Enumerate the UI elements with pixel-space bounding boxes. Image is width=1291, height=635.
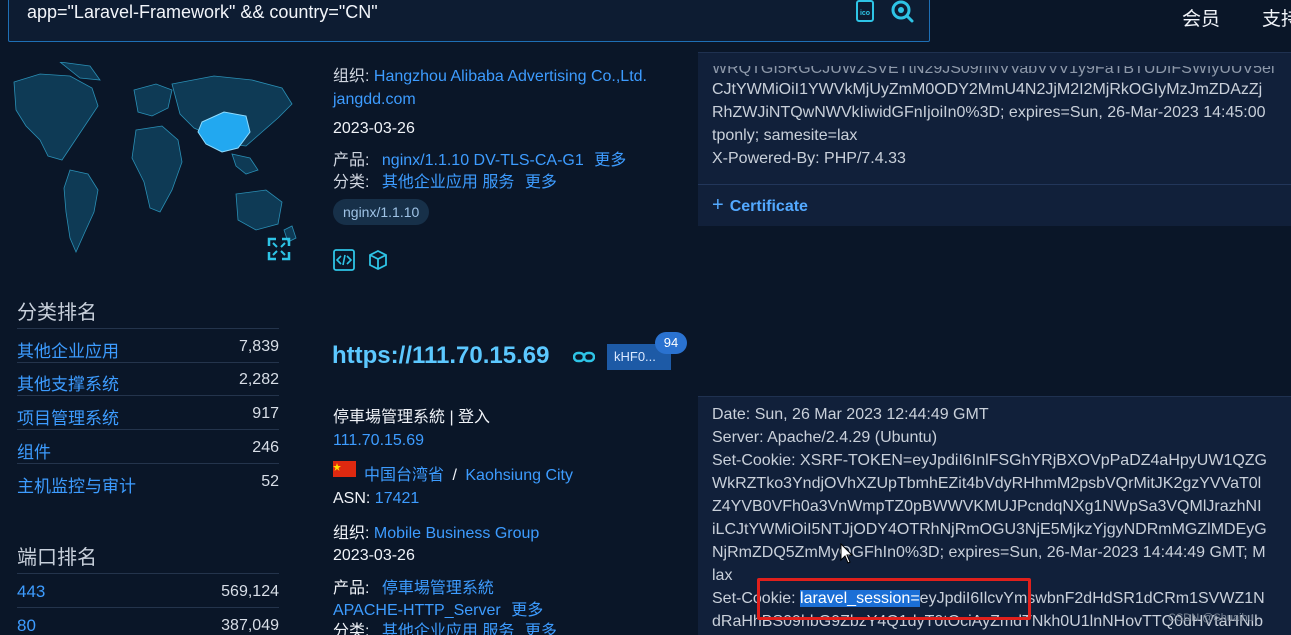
org-link[interactable]: Mobile Business Group (374, 525, 539, 542)
result2-date: 2023-03-26 (333, 547, 415, 564)
mouse-cursor-icon (840, 543, 854, 564)
certificate-label: Certificate (729, 198, 808, 215)
result1-tag[interactable]: nginx/1.1.10 (333, 199, 430, 225)
result2-org: 组织: Mobile Business Group (333, 519, 539, 543)
nav-member[interactable]: 会员 (1182, 4, 1220, 31)
svg-text:ico: ico (860, 10, 870, 17)
divider (17, 463, 279, 464)
category-item-3[interactable]: 组件 (17, 438, 51, 463)
category-count-4: 52 (261, 473, 279, 490)
response-line: Z4YVB0VFh0a3VnWmpTZ0pBWWVKMUJPcndqNXg1NW… (712, 498, 1262, 515)
response-line: NjRmZDQ5ZmMyOGFhIn0%3D; expires=Sun, 26-… (712, 544, 1266, 561)
badge-count: 94 (655, 332, 687, 354)
port-count-1: 387,049 (221, 617, 279, 634)
result1-date: 2023-03-26 (333, 120, 415, 137)
certificate-toggle[interactable]: + Certificate (712, 194, 808, 217)
city-link[interactable]: Kaohsiung City (465, 467, 573, 484)
response-line: tponly; samesite=lax (712, 127, 858, 144)
divider (17, 362, 279, 363)
result2-location: 中国台湾省 / Kaohsiung City (364, 461, 573, 485)
response-line: Date: Sun, 26 Mar 2023 12:44:49 GMT (712, 406, 989, 423)
port-count-0: 569,124 (221, 583, 279, 600)
search-box[interactable]: app="Laravel-Framework" && country="CN" … (8, 0, 930, 42)
divider (17, 429, 279, 430)
result1-domain[interactable]: jangdd.com (333, 91, 416, 109)
response-line: CJtYWMiOiI1YWVkMjUyZmM0ODY2MmU4N2JjM2I2M… (712, 81, 1263, 98)
response-line: Server: Apache/2.4.29 (Ubuntu) (712, 429, 938, 446)
expand-icon[interactable] (266, 236, 292, 262)
product-link[interactable]: 停車場管理系統 (382, 580, 494, 597)
category-link[interactable]: 其他企业应用 服务 (382, 623, 514, 635)
org-label: 组织: (333, 525, 370, 542)
response-line: RhZWJiNTQwNWVkIiwidGFnIjoiIn0%3D; expire… (712, 104, 1266, 121)
nav-support[interactable]: 支持 (1262, 4, 1291, 31)
category-count-3: 246 (252, 439, 279, 456)
watermark: CSDN @Shuaihu (1168, 612, 1254, 624)
icon-search-icon[interactable]: ico (854, 0, 878, 23)
result2-title: 停車場管理系統 | 登入 (333, 409, 491, 426)
result2-asn: ASN: 17421 (333, 490, 419, 508)
more-link[interactable]: 更多 (594, 152, 626, 169)
category-item-2[interactable]: 项目管理系统 (17, 404, 119, 429)
result1-category: 分类: 其他企业应用 服务 更多 (333, 168, 557, 192)
divider (17, 328, 279, 329)
product-label: 产品: (333, 152, 370, 169)
search-icon[interactable] (889, 0, 915, 24)
response-line: X-Powered-By: PHP/7.4.33 (712, 150, 906, 167)
highlight-annotation-box (757, 578, 1031, 620)
asn-label: ASN: (333, 490, 371, 507)
flag-icon (333, 461, 356, 477)
category-count-2: 917 (252, 405, 279, 422)
port-ranking-title: 端口排名 (17, 547, 97, 569)
search-input[interactable]: app="Laravel-Framework" && country="CN" (27, 2, 378, 23)
divider (698, 184, 1291, 185)
link-icon[interactable] (573, 349, 595, 365)
category-count-1: 2,282 (238, 371, 279, 388)
category-link[interactable]: 其他企业应用 服务 (382, 174, 514, 191)
location-separator: / (452, 467, 457, 484)
category-item-1[interactable]: 其他支撑系统 (17, 370, 119, 395)
product-label: 产品: (333, 580, 370, 597)
category-item-0[interactable]: 其他企业应用 (17, 337, 119, 362)
category-label: 分类: (333, 174, 370, 191)
result2-ip[interactable]: 111.70.15.69 (333, 432, 424, 450)
category-label: 分类: (333, 623, 370, 635)
result2-host-link[interactable]: https://111.70.15.69 (332, 342, 549, 370)
response-line: iLCJtYWMiOiI5NTJjODY4OTRhNjRmOGU3NjE5Mjk… (712, 521, 1267, 538)
category-item-4[interactable]: 主机监控与审计 (17, 472, 136, 497)
world-map (13, 62, 297, 253)
response-line: WkRZTko3YndjOVhXZUpTbmhEZit4bVdyRHhmM2ps… (712, 475, 1262, 492)
divider (17, 607, 279, 608)
category-count-0: 7,839 (238, 338, 279, 355)
result1-product: 产品: nginx/1.1.10 DV-TLS-CA-G1 更多 (333, 146, 626, 170)
divider (17, 395, 279, 396)
asn-link[interactable]: 17421 (375, 490, 420, 507)
code-icon[interactable] (333, 249, 355, 271)
product-link[interactable]: nginx/1.1.10 DV-TLS-CA-G1 (382, 152, 584, 169)
category-ranking-title: 分类排名 (17, 302, 97, 324)
plus-icon: + (712, 194, 724, 216)
more-link[interactable]: 更多 (525, 174, 557, 191)
region-link[interactable]: 中国台湾省 (364, 467, 444, 484)
response-line: Set-Cookie: XSRF-TOKEN=eyJpdiI6InlFSGhYR… (712, 452, 1267, 469)
result2-category: 分类: 其他企业应用 服务 更多 (333, 617, 557, 635)
response-line: lax (712, 567, 733, 584)
divider (17, 573, 279, 574)
result1-org: 组织: Hangzhou Alibaba Advertising Co.,Ltd… (333, 62, 647, 86)
result2-product: 产品: 停車場管理系統 (333, 574, 494, 598)
port-item-1[interactable]: 80 (17, 616, 36, 635)
port-item-0[interactable]: 443 (17, 582, 45, 602)
org-label: 组织: (333, 68, 370, 85)
more-link[interactable]: 更多 (525, 623, 557, 635)
org-link[interactable]: Hangzhou Alibaba Advertising Co.,Ltd. (374, 68, 647, 85)
cube-icon[interactable] (367, 249, 389, 271)
